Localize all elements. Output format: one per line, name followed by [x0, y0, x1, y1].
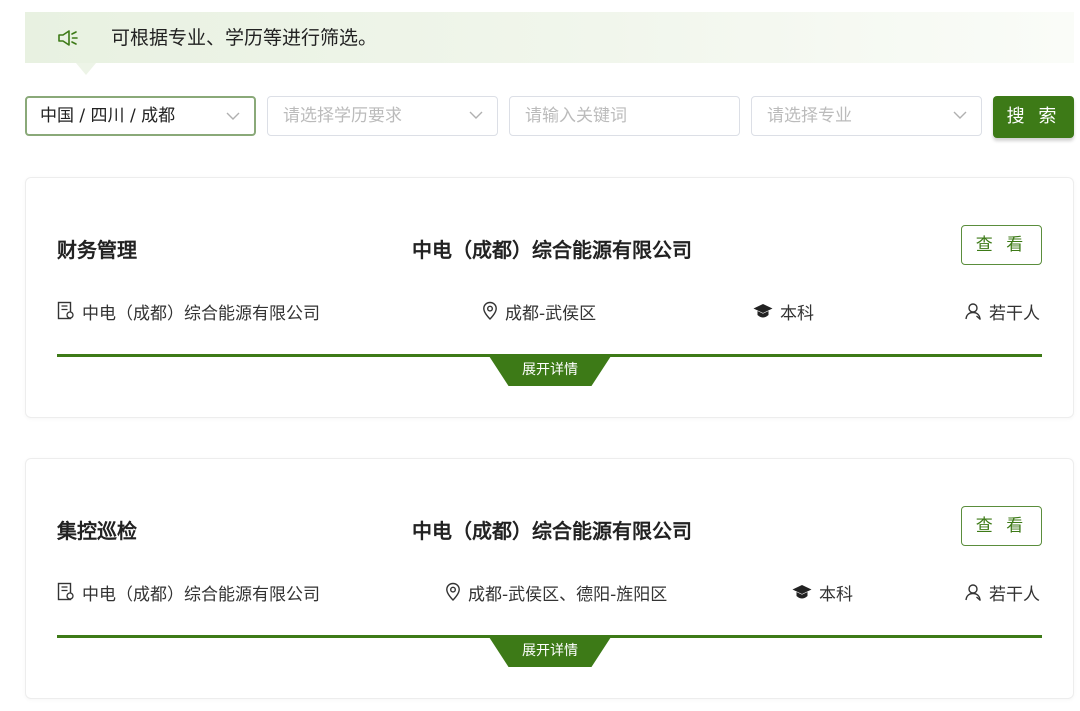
- job-education: 本科: [792, 581, 853, 605]
- job-employer: 中电（成都）综合能源有限公司: [57, 300, 320, 324]
- education-select[interactable]: 请选择学历要求: [267, 96, 498, 136]
- education-select-placeholder: 请选择学历要求: [283, 106, 402, 126]
- job-title[interactable]: 集控巡检: [57, 515, 137, 544]
- megaphone-icon: [58, 30, 78, 46]
- chevron-down-icon: [226, 112, 240, 120]
- expand-details-button[interactable]: 展开详情: [489, 356, 611, 386]
- education-text: 本科: [819, 584, 853, 605]
- job-headcount: 若干人: [964, 300, 1040, 324]
- job-company: 中电（成都）综合能源有限公司: [412, 238, 692, 262]
- location-pin-icon: [446, 582, 460, 601]
- notice-pointer: [76, 63, 96, 75]
- keyword-input[interactable]: 请输入关键词: [509, 96, 740, 136]
- notice-text: 可根据专业、学历等进行筛选。: [111, 27, 378, 49]
- building-icon: [57, 582, 74, 601]
- major-select-placeholder: 请选择专业: [767, 106, 852, 126]
- job-card: 集控巡检 中电（成都）综合能源有限公司 查 看 中电（成都）综合能源有限公司 成…: [25, 458, 1074, 699]
- employer-text: 中电（成都）综合能源有限公司: [82, 584, 320, 605]
- view-button[interactable]: 查 看: [961, 225, 1042, 265]
- major-select[interactable]: 请选择专业: [751, 96, 982, 136]
- filter-bar: 中国 / 四川 / 成都 请选择学历要求 请输入关键词 请选择专业 搜 索: [25, 96, 1074, 138]
- chevron-down-icon: [953, 111, 967, 119]
- job-company: 中电（成都）综合能源有限公司: [412, 519, 692, 543]
- job-employer: 中电（成都）综合能源有限公司: [57, 581, 320, 605]
- location-text: 成都-武侯区: [505, 303, 597, 324]
- graduation-cap-icon: [753, 304, 773, 318]
- headcount-text: 若干人: [989, 303, 1040, 324]
- region-select[interactable]: 中国 / 四川 / 成都: [25, 96, 256, 136]
- keyword-input-placeholder: 请输入关键词: [525, 106, 627, 126]
- job-location: 成都-武侯区、德阳-旌阳区: [445, 581, 668, 605]
- location-text: 成都-武侯区、德阳-旌阳区: [468, 584, 668, 605]
- person-icon: [965, 584, 981, 601]
- person-icon: [965, 303, 981, 320]
- job-headcount: 若干人: [964, 581, 1040, 605]
- notice-bar: 可根据专业、学历等进行筛选。: [25, 12, 1074, 63]
- location-pin-icon: [483, 301, 497, 320]
- job-title[interactable]: 财务管理: [57, 234, 137, 263]
- graduation-cap-icon: [792, 585, 812, 599]
- employer-text: 中电（成都）综合能源有限公司: [82, 303, 320, 324]
- education-text: 本科: [780, 303, 814, 324]
- job-education: 本科: [753, 300, 814, 324]
- job-location: 成都-武侯区: [482, 300, 597, 324]
- chevron-down-icon: [469, 111, 483, 119]
- expand-details-button[interactable]: 展开详情: [489, 637, 611, 667]
- headcount-text: 若干人: [989, 584, 1040, 605]
- job-card: 财务管理 中电（成都）综合能源有限公司 查 看 中电（成都）综合能源有限公司 成…: [25, 177, 1074, 418]
- building-icon: [57, 301, 74, 320]
- region-select-value: 中国 / 四川 / 成都: [40, 106, 176, 126]
- search-button[interactable]: 搜 索: [993, 96, 1074, 138]
- view-button[interactable]: 查 看: [961, 506, 1042, 546]
